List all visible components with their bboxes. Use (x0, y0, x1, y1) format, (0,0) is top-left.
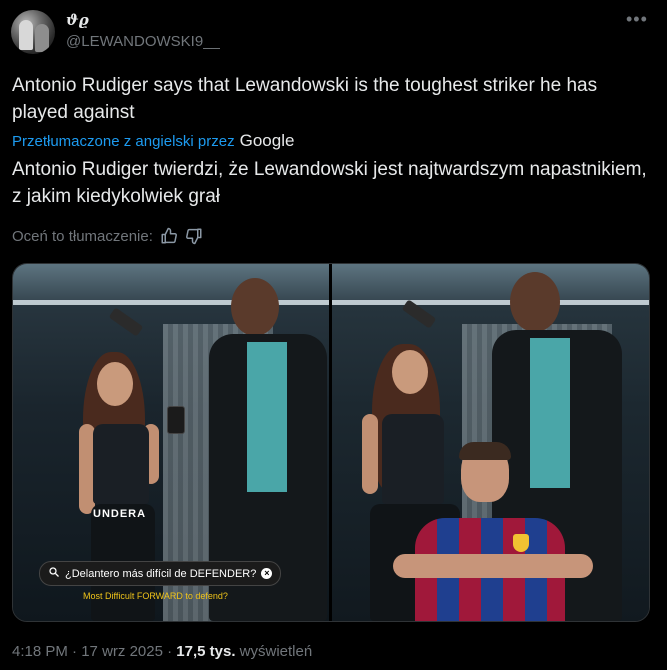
lamp (108, 307, 144, 337)
display-name[interactable]: ϑϱ (66, 11, 89, 29)
translated-label: Przetłumaczone z angielski przez (12, 133, 235, 150)
more-dots-icon[interactable]: ••• (626, 9, 648, 30)
phone (167, 406, 185, 434)
studio-ceiling (13, 264, 329, 304)
thumbs-down-icon[interactable] (185, 227, 203, 245)
tweet-text-translated: Antonio Rudiger twierdzi, że Lewandowski… (12, 159, 647, 207)
lewandowski-cutout (393, 442, 593, 621)
tweet-time[interactable]: 4:18 PM (12, 643, 68, 660)
user-handle[interactable]: @LEWANDOWSKI9__ (66, 33, 220, 50)
studio-ceiling (332, 264, 649, 304)
avatar-figure (35, 24, 49, 52)
studio-light (332, 300, 649, 305)
caption-question: ¿Delantero más difícil de DEFENDER? (65, 567, 257, 580)
google-logo: Google (239, 131, 295, 150)
avatar[interactable] (11, 10, 55, 54)
tweet-text-original: Antonio Rudiger says that Lewandowski is… (12, 75, 598, 123)
studio-light (13, 300, 329, 305)
tweet: ϑϱ @LEWANDOWSKI9__ ••• Antonio Rudiger s… (0, 0, 667, 670)
tweet-date[interactable]: 17 wrz 2025 (81, 643, 163, 660)
translated-by[interactable]: Przetłumaczone z angielski przez Google (12, 131, 294, 151)
shirt-logo: UNDERA (93, 508, 147, 520)
separator: · (72, 643, 78, 660)
views-count: 17,5 tys. (176, 643, 236, 660)
player-hair (459, 442, 511, 460)
club-crest (513, 534, 529, 552)
thumbs-up-icon[interactable] (160, 227, 178, 245)
tweet-media[interactable]: UNDERA ¿Delantero más difícil de DEFENDE… (12, 263, 650, 622)
avatar-figure (19, 20, 33, 50)
crossed-arms (393, 554, 593, 578)
media-image-left[interactable]: UNDERA ¿Delantero más difícil de DEFENDE… (13, 264, 329, 621)
tweet-meta: 4:18 PM · 17 wrz 2025 · 17,5 tys. wyświe… (12, 643, 312, 660)
rate-label: Oceń to tłumaczenie: (12, 227, 153, 245)
caption-subtitle: Most Difficult FORWARD to defend? (83, 591, 228, 601)
media-image-right[interactable] (332, 264, 649, 621)
close-icon[interactable]: × (261, 568, 273, 579)
separator: · (167, 643, 173, 660)
search-icon (48, 566, 60, 581)
caption-pill[interactable]: ¿Delantero más difícil de DEFENDER? × (39, 561, 282, 586)
views-label: wyświetleń (239, 643, 313, 660)
rate-translation: Oceń to tłumaczenie: (12, 227, 203, 245)
